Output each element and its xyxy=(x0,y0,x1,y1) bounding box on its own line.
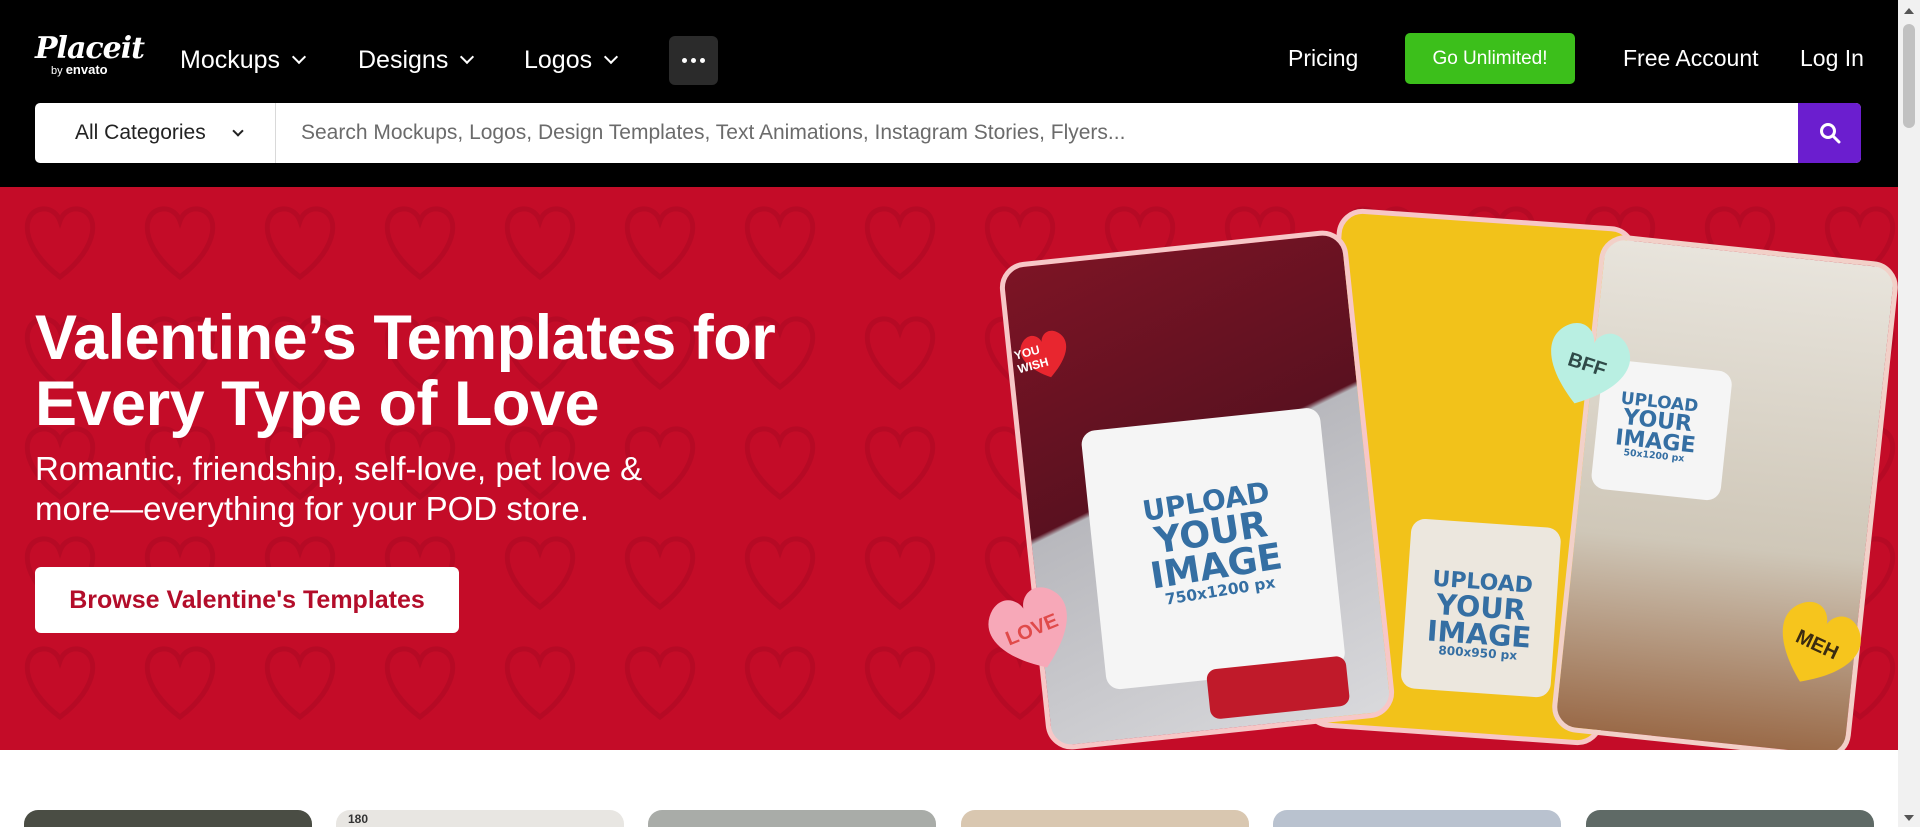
nav-designs-label: Designs xyxy=(358,45,449,74)
go-unlimited-button[interactable]: Go Unlimited! xyxy=(1405,33,1575,84)
site-header: Placeit by envato Mockups Designs Logos … xyxy=(0,0,1898,187)
logo-envato: envato xyxy=(65,62,108,77)
hero-title: Valentine’s Templates for Every Type of … xyxy=(35,303,776,439)
scroll-down-arrow-icon[interactable] xyxy=(1904,815,1914,821)
upload-image-label: UPLOAD YOUR IMAGE 800x950 px xyxy=(1425,566,1534,663)
nav-designs[interactable]: Designs xyxy=(358,42,475,78)
more-horizontal-icon xyxy=(682,58,687,63)
template-thumbnails-row: 180 xyxy=(0,750,1898,827)
more-menu-button[interactable] xyxy=(669,36,718,85)
chevron-down-icon xyxy=(291,49,307,65)
nav-logos-label: Logos xyxy=(524,45,593,74)
search-button[interactable] xyxy=(1798,103,1861,163)
nav-mockups-label: Mockups xyxy=(180,45,281,74)
template-thumbnail[interactable] xyxy=(648,810,936,827)
chevron-down-icon xyxy=(460,49,475,65)
scroll-up-arrow-icon[interactable] xyxy=(1904,8,1914,14)
chevron-down-icon xyxy=(604,49,619,65)
pricing-link[interactable]: Pricing xyxy=(1288,42,1358,74)
placeit-logo[interactable]: Placeit by envato xyxy=(35,31,145,78)
browse-valentines-button[interactable]: Browse Valentine's Templates xyxy=(35,567,459,633)
free-account-link[interactable]: Free Account xyxy=(1623,42,1759,74)
mockup-card-woman[interactable]: UPLOAD YOUR IMAGE 750x1200 px xyxy=(997,228,1397,750)
template-thumbnail[interactable] xyxy=(1273,810,1561,827)
page-scrollbar[interactable] xyxy=(1898,0,1920,827)
placeit-page: Placeit by envato Mockups Designs Logos … xyxy=(0,0,1920,827)
search-input[interactable] xyxy=(277,103,1795,163)
search-bar: All Categories xyxy=(35,103,1861,163)
chevron-down-icon xyxy=(232,124,244,137)
nav-mockups[interactable]: Mockups xyxy=(180,42,307,78)
template-thumbnail[interactable]: 180 xyxy=(336,810,624,827)
hero-subtitle: Romantic, friendship, self-love, pet lov… xyxy=(35,450,643,527)
category-select-label: All Categories xyxy=(75,121,206,144)
category-select[interactable]: All Categories xyxy=(35,103,276,163)
thumbnail-badge: 180 xyxy=(348,812,369,826)
logo-wordmark: Placeit xyxy=(35,31,145,66)
nav-logos[interactable]: Logos xyxy=(524,42,619,78)
scrollbar-thumb[interactable] xyxy=(1903,24,1915,128)
template-thumbnail[interactable] xyxy=(961,810,1249,827)
hero-collage: UPLOAD YOUR IMAGE 800x950 px UPLOAD YOUR… xyxy=(960,187,1898,750)
login-link[interactable]: Log In xyxy=(1800,42,1864,74)
logo-by: by xyxy=(51,65,63,77)
template-thumbnail[interactable] xyxy=(1586,810,1874,827)
search-icon xyxy=(1819,123,1840,144)
template-thumbnail[interactable] xyxy=(24,810,312,827)
hero-banner: Valentine’s Templates for Every Type of … xyxy=(0,187,1898,750)
